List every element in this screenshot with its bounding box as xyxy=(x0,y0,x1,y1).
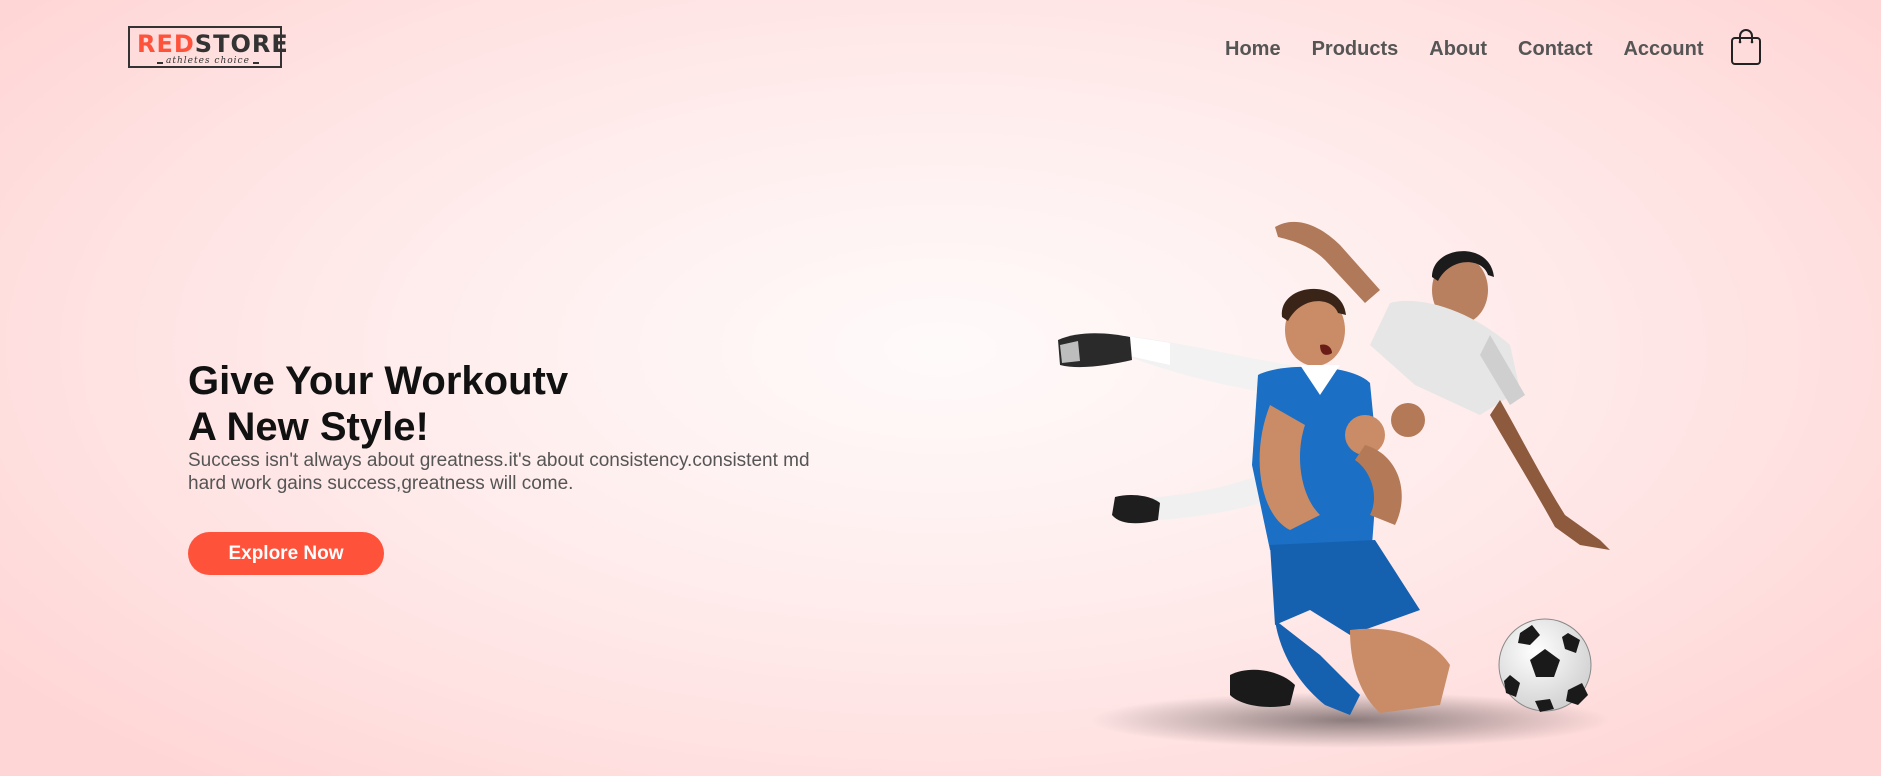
subtext-line-2: hard work gains success,greatness will c… xyxy=(188,473,574,494)
hero-headline: Give Your Workoutv A New Style! xyxy=(188,358,568,450)
soccer-players-image xyxy=(1020,215,1680,755)
site-header: REDSTORE athletes choice Home Products A… xyxy=(0,0,1881,98)
hero-subtext: Success isn't always about greatness.it'… xyxy=(188,449,868,495)
nav-products[interactable]: Products xyxy=(1312,38,1399,60)
nav-about[interactable]: About xyxy=(1429,38,1487,60)
explore-now-button[interactable]: Explore Now xyxy=(188,532,384,575)
shopping-bag-icon[interactable] xyxy=(1730,28,1762,66)
main-nav: Home Products About Contact Account xyxy=(1225,38,1734,60)
logo-tagline: athletes choice xyxy=(157,56,259,66)
nav-contact[interactable]: Contact xyxy=(1518,38,1592,60)
nav-home[interactable]: Home xyxy=(1225,38,1281,60)
logo-wordmark: REDSTORE xyxy=(137,32,289,56)
logo[interactable]: REDSTORE athletes choice xyxy=(128,26,288,68)
logo-red-text: RED xyxy=(137,30,195,58)
nav-account[interactable]: Account xyxy=(1623,38,1703,60)
headline-line-2: A New Style! xyxy=(188,405,429,449)
soccer-ball-icon xyxy=(1498,618,1592,712)
subtext-line-1: Success isn't always about greatness.it'… xyxy=(188,450,810,471)
logo-dark-text: STORE xyxy=(194,30,289,58)
headline-line-1: Give Your Workoutv xyxy=(188,359,569,403)
